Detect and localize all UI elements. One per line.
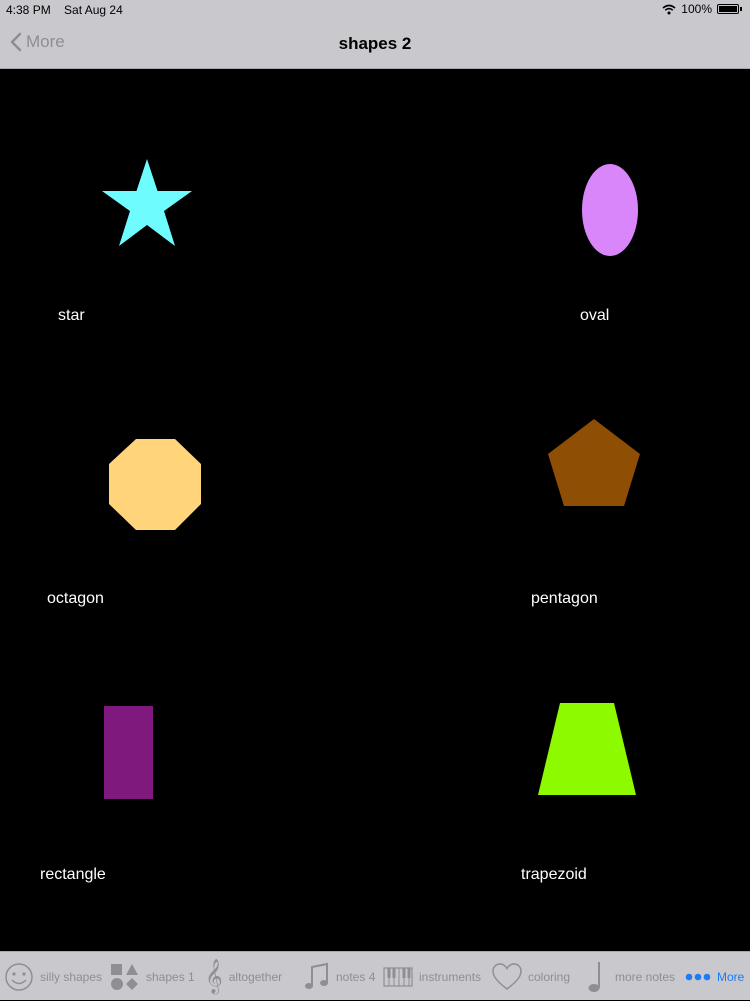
pentagon-label: pentagon [531, 590, 598, 607]
tab-label: altogether [228, 969, 283, 984]
trapezoid-label: trapezoid [521, 866, 587, 883]
tab-silly-shapes[interactable]: silly shapes [4, 952, 102, 1001]
heart-icon [492, 962, 522, 991]
tab-label: instruments [419, 969, 482, 984]
treble-clef-icon: 𝄞 [205, 959, 223, 993]
tab-bar: silly shapes shapes 1 𝄞 altogether notes… [0, 951, 750, 1000]
tab-instruments[interactable]: instruments [383, 952, 481, 1001]
pentagon-shape[interactable] [546, 417, 642, 509]
smiley-icon [4, 962, 34, 992]
oval-label: oval [580, 307, 610, 324]
status-bar: 4:38 PM Sat Aug 24 100% [0, 0, 750, 20]
tab-label: shapes 1 [146, 969, 195, 984]
oval-shape[interactable] [580, 162, 640, 258]
octagon-shape[interactable] [107, 438, 203, 532]
battery-percent: 100% [681, 2, 712, 16]
pentagon-fill [548, 419, 640, 506]
tab-notes-4[interactable]: notes 4 [304, 952, 375, 1001]
trapezoid-fill [538, 703, 636, 795]
music-note-icon [304, 962, 330, 992]
quarter-note-icon [585, 960, 603, 994]
tab-altogether[interactable]: 𝄞 altogether [205, 952, 282, 1001]
tab-coloring[interactable]: coloring [492, 952, 570, 1001]
tab-more-notes[interactable]: more notes [585, 952, 675, 1001]
piano-icon [383, 966, 413, 987]
tab-label: silly shapes [40, 969, 103, 984]
tab-label: coloring [528, 969, 571, 984]
tab-label: notes 4 [336, 969, 376, 984]
shapes-icon [110, 962, 140, 992]
star-label: star [58, 307, 85, 324]
tab-label: more notes [615, 969, 676, 984]
star-shape[interactable] [100, 158, 194, 250]
oval-fill [582, 164, 638, 256]
trapezoid-shape[interactable] [536, 702, 638, 797]
rectangle-label: rectangle [40, 866, 106, 883]
status-time: 4:38 PM [6, 3, 51, 17]
tab-label: More [717, 969, 745, 984]
octagon-label: octagon [47, 590, 104, 607]
shapes-grid: star oval octagon pentagon rectangle tra… [0, 69, 750, 951]
tab-shapes-1[interactable]: shapes 1 [110, 952, 195, 1001]
status-date: Sat Aug 24 [64, 3, 123, 17]
rectangle-shape[interactable] [103, 705, 154, 800]
tab-more[interactable]: More [685, 952, 744, 1001]
more-dots-icon [685, 973, 711, 981]
battery-icon [717, 4, 739, 14]
navigation-bar: More shapes 2 [0, 20, 750, 69]
rectangle-fill [104, 706, 153, 799]
page-title: shapes 2 [338, 34, 412, 53]
wifi-icon [662, 4, 676, 14]
star-fill [102, 159, 192, 246]
battery-tip [740, 7, 742, 11]
octagon-fill [109, 439, 201, 530]
